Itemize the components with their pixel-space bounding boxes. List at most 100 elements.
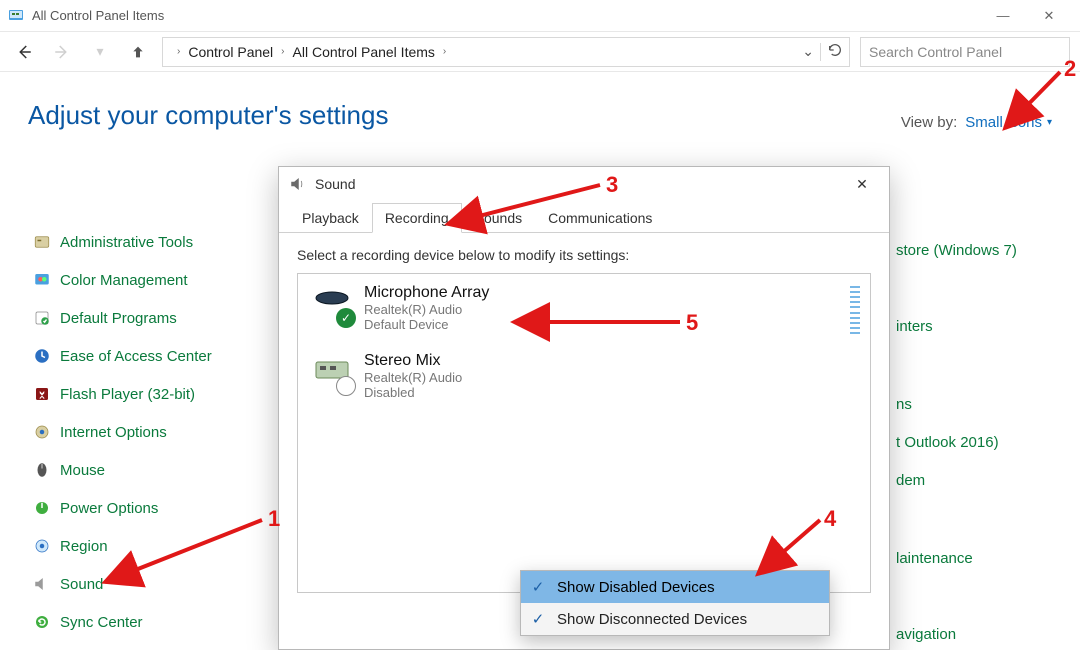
cp-item-label: store (Windows 7) <box>896 242 1017 259</box>
check-icon: ✓ <box>336 308 356 328</box>
cp-item-label: Administrative Tools <box>60 234 193 251</box>
cp-item-internet-options[interactable]: Internet Options <box>32 422 167 442</box>
cp-item-color-management[interactable]: Color Management <box>32 270 188 290</box>
device-driver: Realtek(R) Audio <box>364 302 489 317</box>
cp-item-icon <box>32 612 52 632</box>
tab-communications[interactable]: Communications <box>535 203 665 232</box>
cp-item-sync-center[interactable]: Sync Center <box>32 612 143 632</box>
view-by-label: View by: <box>901 114 957 131</box>
breadcrumb-seg-2[interactable]: All Control Panel Items <box>293 44 435 60</box>
navbar: ▾ › Control Panel › All Control Panel It… <box>0 32 1080 72</box>
cp-item-label: Power Options <box>60 500 158 517</box>
device-name: Stereo Mix <box>364 352 462 370</box>
cp-item-partial[interactable]: dem <box>896 472 925 489</box>
cp-item-sound[interactable]: Sound <box>32 574 103 594</box>
device-stereo-mix[interactable]: ↓ Stereo MixRealtek(R) AudioDisabled <box>298 342 870 410</box>
checkmark-icon: ✓ <box>529 610 547 628</box>
cp-item-label: ns <box>896 396 912 413</box>
nav-up-button[interactable] <box>124 38 152 66</box>
cp-item-label: t Outlook 2016) <box>896 434 999 451</box>
cp-item-flash-player-32-bit-[interactable]: Flash Player (32-bit) <box>32 384 195 404</box>
cp-item-icon <box>32 346 52 366</box>
device-icon: ✓ <box>312 284 352 324</box>
cp-item-partial[interactable]: ns <box>896 396 912 413</box>
device-name: Microphone Array <box>364 284 489 302</box>
cp-item-label: inters <box>896 318 933 335</box>
chevron-right-icon: › <box>443 46 446 57</box>
header-row: Adjust your computer's settings View by:… <box>0 72 1080 131</box>
speaker-icon <box>289 175 307 193</box>
window-title: All Control Panel Items <box>32 8 164 23</box>
input-level-meter <box>850 286 860 334</box>
device-microphone-array[interactable]: ✓ Microphone ArrayRealtek(R) AudioDefault… <box>298 274 870 342</box>
page-title: Adjust your computer's settings <box>28 100 388 131</box>
cp-item-default-programs[interactable]: Default Programs <box>32 308 177 328</box>
cp-item-label: Color Management <box>60 272 188 289</box>
divider <box>820 43 821 61</box>
search-placeholder: Search Control Panel <box>869 44 1002 60</box>
view-by-dropdown[interactable]: Small icons ▾ <box>965 114 1052 131</box>
dialog-titlebar: Sound ✕ <box>279 167 889 201</box>
ctx-item-label: Show Disconnected Devices <box>557 611 747 628</box>
cp-item-partial[interactable]: avigation <box>896 626 956 643</box>
refresh-button[interactable] <box>827 42 843 61</box>
recording-device-list[interactable]: ✓Microphone ArrayRealtek(R) AudioDefault… <box>297 273 871 593</box>
cp-item-icon <box>32 384 52 404</box>
control-panel-icon <box>8 8 24 24</box>
cp-item-icon <box>32 232 52 252</box>
device-status: Default Device <box>364 317 489 332</box>
window-close-button[interactable]: ✕ <box>1026 0 1072 32</box>
nav-back-button[interactable] <box>10 38 38 66</box>
ctx-show-disabled-devices[interactable]: ✓Show Disabled Devices <box>521 571 829 603</box>
cp-item-label: laintenance <box>896 550 973 567</box>
breadcrumb[interactable]: › Control Panel › All Control Panel Item… <box>162 37 850 67</box>
breadcrumb-history-dropdown[interactable]: ⌄ <box>802 43 814 60</box>
dialog-tabs: Playback Recording Sounds Communications <box>279 201 889 233</box>
cp-item-partial[interactable]: laintenance <box>896 550 973 567</box>
cp-item-icon <box>32 498 52 518</box>
cp-item-mouse[interactable]: Mouse <box>32 460 105 480</box>
cp-item-region[interactable]: Region <box>32 536 108 556</box>
cp-item-icon <box>32 270 52 290</box>
nav-forward-button[interactable] <box>48 38 76 66</box>
arrow-down-icon: ↓ <box>336 376 356 396</box>
view-by-control: View by: Small icons ▾ <box>901 114 1052 131</box>
cp-item-label: Flash Player (32-bit) <box>60 386 195 403</box>
chevron-right-icon: › <box>281 46 284 57</box>
cp-item-label: Default Programs <box>60 310 177 327</box>
window-minimize-button[interactable]: — <box>980 0 1026 32</box>
dialog-close-button[interactable]: ✕ <box>845 171 879 197</box>
cp-item-ease-of-access-center[interactable]: Ease of Access Center <box>32 346 212 366</box>
cp-item-icon <box>32 422 52 442</box>
cp-item-label: Region <box>60 538 108 555</box>
cp-item-label: avigation <box>896 626 956 643</box>
breadcrumb-seg-1[interactable]: Control Panel <box>188 44 273 60</box>
cp-item-icon <box>32 308 52 328</box>
device-context-menu: ✓Show Disabled Devices✓Show Disconnected… <box>520 570 830 636</box>
cp-item-label: Ease of Access Center <box>60 348 212 365</box>
cp-item-icon <box>32 574 52 594</box>
search-input[interactable]: Search Control Panel <box>860 37 1070 67</box>
cp-item-label: Sync Center <box>60 614 143 631</box>
device-icon: ↓ <box>312 352 352 392</box>
ctx-show-disconnected-devices[interactable]: ✓ Show Disconnected Devices <box>521 603 829 635</box>
tab-playback[interactable]: Playback <box>289 203 372 232</box>
device-driver: Realtek(R) Audio <box>364 370 462 385</box>
checkmark-icon: ✓ <box>529 578 547 596</box>
window-titlebar: All Control Panel Items — ✕ <box>0 0 1080 32</box>
dialog-body: Select a recording device below to modif… <box>279 233 889 607</box>
nav-history-dropdown[interactable]: ▾ <box>86 38 114 66</box>
cp-item-label: Mouse <box>60 462 105 479</box>
tab-recording[interactable]: Recording <box>372 203 462 233</box>
dialog-title: Sound <box>315 176 355 192</box>
cp-item-administrative-tools[interactable]: Administrative Tools <box>32 232 193 252</box>
cp-item-partial[interactable]: t Outlook 2016) <box>896 434 999 451</box>
cp-item-power-options[interactable]: Power Options <box>32 498 158 518</box>
device-status: Disabled <box>364 385 462 400</box>
caret-down-icon: ▾ <box>1047 117 1052 128</box>
chevron-right-icon: › <box>177 46 180 57</box>
cp-item-partial[interactable]: store (Windows 7) <box>896 242 1017 259</box>
tab-sounds[interactable]: Sounds <box>462 203 535 232</box>
cp-item-partial[interactable]: inters <box>896 318 933 335</box>
cp-item-label: Internet Options <box>60 424 167 441</box>
